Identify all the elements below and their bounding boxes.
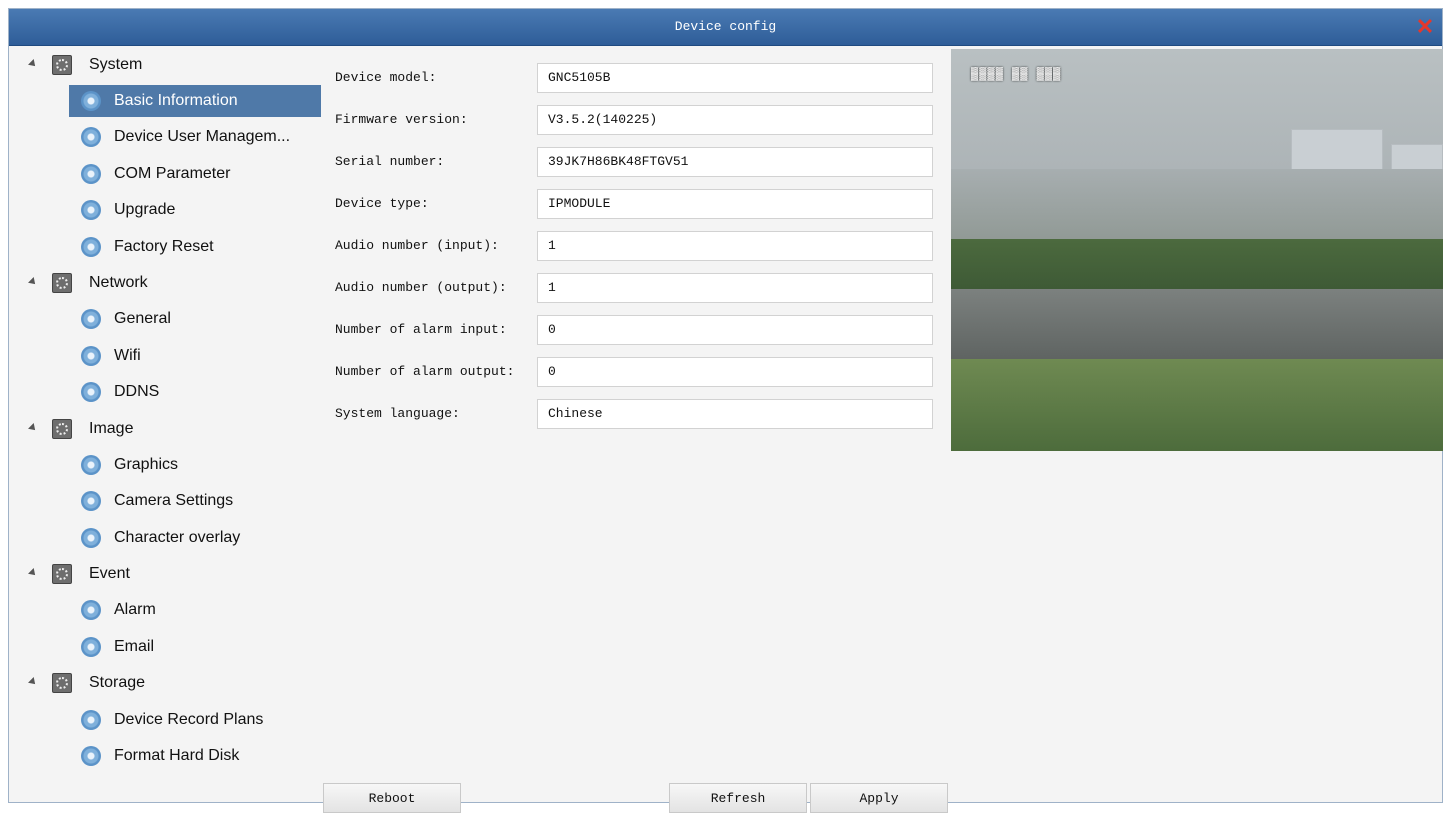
audio-output-field[interactable]: 1 [537,273,933,303]
device-type-field[interactable]: IPMODULE [537,189,933,219]
field-row: Audio number (output): 1 [325,273,945,303]
gear-icon [81,455,101,475]
gear-icon [81,600,101,620]
serial-number-field[interactable]: 39JK7H86BK48FTGV51 [537,147,933,177]
gear-icon [81,382,101,402]
tree-item-character-overlay[interactable]: Character overlay [69,522,321,554]
tree-item-general[interactable]: General [69,303,321,335]
gear-icon [81,200,101,220]
preview-foreground [951,359,1443,451]
expand-triangle-icon[interactable] [28,59,38,69]
tree-item-device-record-plans[interactable]: Device Record Plans [69,704,321,736]
category-folder-icon [52,419,72,439]
field-row: Device type: IPMODULE [325,189,945,219]
field-label: Device type: [335,196,429,211]
field-label: Number of alarm output: [335,364,515,379]
gear-icon [81,309,101,329]
field-row: Device model: GNC5105B [325,63,945,93]
preview-road [951,289,1443,359]
title-bar: Device config ✕ [9,9,1442,46]
category-folder-icon [52,55,72,75]
gear-icon [81,637,101,657]
audio-input-field[interactable]: 1 [537,231,933,261]
gear-icon [81,91,101,111]
category-folder-icon [52,273,72,293]
alarm-input-field[interactable]: 0 [537,315,933,345]
gear-icon [81,237,101,257]
expand-triangle-icon[interactable] [28,423,38,433]
apply-button[interactable]: Apply [810,783,948,813]
tree-item-graphics[interactable]: Graphics [69,449,321,481]
device-model-field[interactable]: GNC5105B [537,63,933,93]
camera-preview: ▓▓▓▓ ▓▓ ▓▓▓ [951,49,1443,451]
gear-icon [81,710,101,730]
field-label: Audio number (output): [335,280,507,295]
tree-item-upgrade[interactable]: Upgrade [69,194,321,226]
close-icon[interactable]: ✕ [1414,16,1436,38]
tree-item-format-hard-disk[interactable]: Format Hard Disk [69,740,321,772]
config-tree: System Basic Information Device User Man… [9,49,321,789]
tree-category-system[interactable]: System [9,49,321,81]
field-row: Firmware version: V3.5.2(140225) [325,105,945,135]
preview-osd-overlay: ▓▓▓▓ ▓▓ ▓▓▓ [971,67,1062,81]
refresh-button[interactable]: Refresh [669,783,807,813]
tree-item-com-parameter[interactable]: COM Parameter [69,158,321,190]
field-row: Number of alarm output: 0 [325,357,945,387]
field-row: Serial number: 39JK7H86BK48FTGV51 [325,147,945,177]
tree-item-camera-settings[interactable]: Camera Settings [69,485,321,517]
window-title: Device config [674,19,777,34]
gear-icon [81,528,101,548]
field-label: System language: [335,406,460,421]
preview-tree-line [951,239,1443,289]
tree-item-email[interactable]: Email [69,631,321,663]
preview-field [951,169,1443,249]
expand-triangle-icon[interactable] [28,277,38,287]
field-row: Audio number (input): 1 [325,231,945,261]
expand-triangle-icon[interactable] [28,677,38,687]
field-label: Audio number (input): [335,238,499,253]
tree-category-storage[interactable]: Storage [9,667,321,699]
gear-icon [81,746,101,766]
device-config-window: Device config ✕ System Basic Information… [8,8,1443,813]
alarm-output-field[interactable]: 0 [537,357,933,387]
gear-icon [81,491,101,511]
gear-icon [81,346,101,366]
field-row: System language: Chinese [325,399,945,429]
tree-item-factory-reset[interactable]: Factory Reset [69,231,321,263]
field-label: Device model: [335,70,437,85]
field-row: Number of alarm input: 0 [325,315,945,345]
tree-item-alarm[interactable]: Alarm [69,594,321,626]
tree-category-event[interactable]: Event [9,558,321,590]
tree-item-ddns[interactable]: DDNS [69,376,321,408]
tree-item-basic-information[interactable]: Basic Information [69,85,321,117]
tree-item-device-user-management[interactable]: Device User Managem... [69,121,321,153]
firmware-version-field[interactable]: V3.5.2(140225) [537,105,933,135]
field-label: Number of alarm input: [335,322,507,337]
gear-icon [81,127,101,147]
tree-category-image[interactable]: Image [9,413,321,445]
system-language-field[interactable]: Chinese [537,399,933,429]
tree-category-network[interactable]: Network [9,267,321,299]
category-folder-icon [52,564,72,584]
tree-item-wifi[interactable]: Wifi [69,340,321,372]
category-folder-icon [52,673,72,693]
gear-icon [81,164,101,184]
reboot-button[interactable]: Reboot [323,783,461,813]
expand-triangle-icon[interactable] [28,568,38,578]
field-label: Serial number: [335,154,445,169]
field-label: Firmware version: [335,112,468,127]
